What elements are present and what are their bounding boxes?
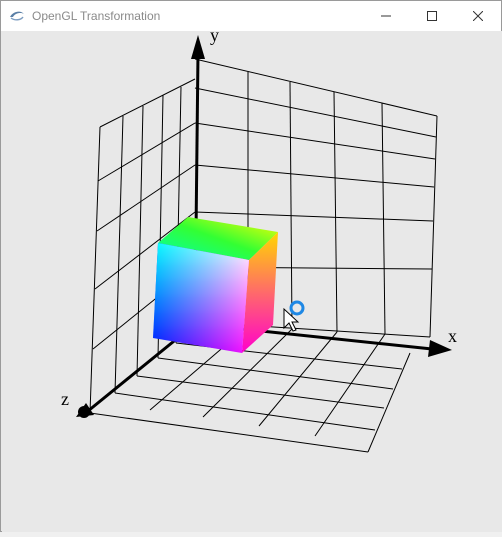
window-title: OpenGL Transformation [32,9,161,23]
maximize-icon [427,11,437,21]
opengl-viewport[interactable]: y x z [2,25,502,532]
close-icon [473,11,483,21]
x-axis-label: x [448,326,457,346]
opengl-app-icon [10,11,24,21]
app-window: OpenGL Transformation y x z [0,0,502,532]
cube-front-face [153,243,249,353]
busy-pointer-cursor [283,300,305,332]
y-axis-label: y [210,31,219,45]
minimize-button[interactable] [363,1,409,31]
y-axis-arrowhead [191,35,205,59]
title-bar[interactable]: OpenGL Transformation [1,1,501,31]
busy-ring-icon [289,300,305,316]
scene-svg: y x z [61,25,457,453]
minimize-icon [381,15,391,17]
maximize-button[interactable] [409,1,455,31]
z-axis-label: z [61,389,69,409]
close-button[interactable] [455,1,501,31]
rgb-color-cube [153,217,278,353]
